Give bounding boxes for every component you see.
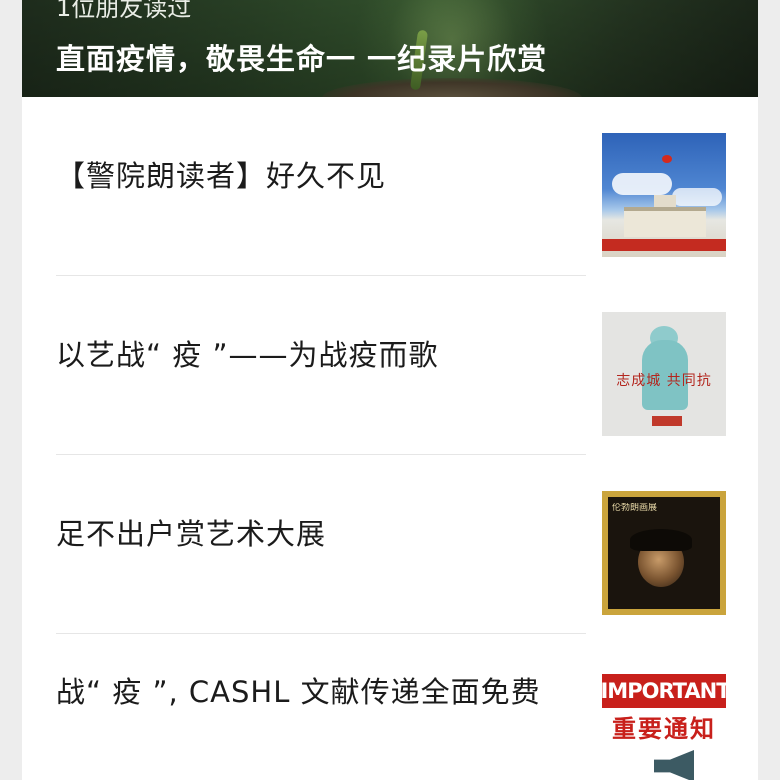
article-title: 【警院朗读者】好久不见	[56, 159, 387, 193]
seal-shape	[652, 416, 682, 426]
list-item[interactable]: 以艺战“ 疫 ”——为战疫而歌 志成城 共同抗	[22, 276, 758, 455]
cloud-shape	[612, 173, 672, 195]
article-title: 足不出户赏艺术大展	[56, 517, 327, 551]
banner-shape	[602, 239, 726, 251]
hero-title: 直面疫情，敬畏生命一 一纪录片欣赏	[56, 42, 548, 76]
article-thumbnail	[602, 133, 726, 257]
list-item[interactable]: 【警院朗读者】好久不见	[22, 97, 758, 276]
thumbnail-text: 志成城 共同抗	[616, 373, 712, 389]
article-title: 战“ 疫 ”, CASHL 文献传递全面免费	[56, 675, 541, 709]
article-thumbnail: IMPORTANT 重要通知	[602, 672, 726, 780]
list-item[interactable]: 足不出户赏艺术大展 伦勃朗画展	[22, 455, 758, 634]
article-thumbnail: 志成城 共同抗	[602, 312, 726, 436]
article-list-page: 1位朋友读过 直面疫情，敬畏生命一 一纪录片欣赏 【警院朗读者】好久不见 以艺战…	[0, 0, 780, 780]
thumbnail-text-cn: 重要通知	[612, 714, 716, 743]
list-item[interactable]: 战“ 疫 ”, CASHL 文献传递全面免费 IMPORTANT 重要通知	[22, 634, 758, 780]
portrait-hat	[630, 529, 692, 551]
hero-article[interactable]: 1位朋友读过 直面疫情，敬畏生命一 一纪录片欣赏	[22, 0, 758, 97]
hero-readers-count: 1位朋友读过	[56, 0, 192, 22]
article-card: 1位朋友读过 直面疫情，敬畏生命一 一纪录片欣赏 【警院朗读者】好久不见 以艺战…	[22, 0, 758, 780]
article-thumbnail: 伦勃朗画展	[602, 491, 726, 615]
megaphone-icon	[654, 750, 694, 780]
building-shape	[624, 207, 706, 237]
thumbnail-text: 伦勃朗画展	[612, 503, 658, 513]
flag-shape	[662, 155, 672, 163]
thumbnail-text-en: IMPORTANT	[602, 674, 726, 708]
cloud-shape	[672, 188, 722, 206]
article-title: 以艺战“ 疫 ”——为战疫而歌	[56, 338, 439, 372]
